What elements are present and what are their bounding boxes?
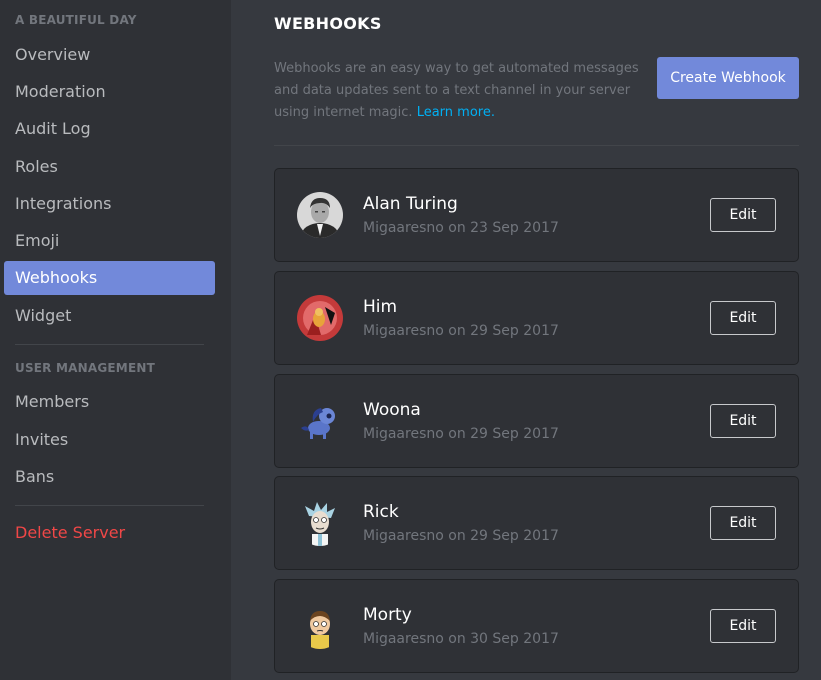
webhook-name: Morty (363, 605, 412, 625)
create-webhook-button[interactable]: Create Webhook (657, 57, 799, 99)
sidebar-item-moderation[interactable]: Moderation (4, 75, 215, 109)
edit-webhook-button[interactable]: Edit (710, 198, 776, 232)
webhook-card: Rick Migaaresno on 29 Sep 2017 Edit (274, 476, 799, 570)
sidebar-item-audit-log[interactable]: Audit Log (4, 112, 215, 146)
edit-webhook-button[interactable]: Edit (710, 506, 776, 540)
edit-webhook-button[interactable]: Edit (710, 609, 776, 643)
sidebar-item-webhooks[interactable]: Webhooks (4, 261, 215, 295)
webhook-name: Alan Turing (363, 194, 458, 214)
sidebar-item-widget[interactable]: Widget (4, 299, 215, 333)
webhook-meta: Migaaresno on 30 Sep 2017 (363, 631, 559, 647)
sidebar-item-invites[interactable]: Invites (4, 423, 215, 457)
sidebar-item-overview[interactable]: Overview (4, 38, 215, 72)
woona-pony-icon (297, 398, 343, 444)
server-name-header: A BEAUTIFUL DAY (15, 13, 137, 27)
page-title: WEBHOOKS (274, 14, 382, 33)
section-divider (274, 145, 799, 146)
webhook-card: Him Migaaresno on 29 Sep 2017 Edit (274, 271, 799, 365)
sidebar-item-roles[interactable]: Roles (4, 150, 215, 184)
webhooks-description: Webhooks are an easy way to get automate… (274, 58, 639, 124)
sidebar-item-members[interactable]: Members (4, 385, 215, 419)
webhook-card: Alan Turing Migaaresno on 23 Sep 2017 Ed… (274, 168, 799, 262)
edit-webhook-button[interactable]: Edit (710, 404, 776, 438)
sidebar-item-emoji[interactable]: Emoji (4, 224, 215, 258)
alan-turing-portrait-icon (297, 192, 343, 238)
rick-character-icon (297, 500, 343, 546)
webhook-meta: Migaaresno on 29 Sep 2017 (363, 323, 559, 339)
webhook-meta: Migaaresno on 23 Sep 2017 (363, 220, 559, 236)
user-management-header: USER MANAGEMENT (15, 361, 155, 375)
sidebar-divider (15, 505, 204, 506)
webhook-card: Morty Migaaresno on 30 Sep 2017 Edit (274, 579, 799, 673)
delete-server-button[interactable]: Delete Server (4, 516, 215, 550)
settings-sidebar: A BEAUTIFUL DAY Overview Moderation Audi… (0, 0, 231, 680)
edit-webhook-button[interactable]: Edit (710, 301, 776, 335)
webhook-card: Woona Migaaresno on 29 Sep 2017 Edit (274, 374, 799, 468)
webhook-meta: Migaaresno on 29 Sep 2017 (363, 426, 559, 442)
webhook-name: Woona (363, 400, 421, 420)
sidebar-divider (15, 344, 204, 345)
sidebar-item-bans[interactable]: Bans (4, 460, 215, 494)
webhook-meta: Migaaresno on 29 Sep 2017 (363, 528, 559, 544)
webhooks-panel: WEBHOOKS Webhooks are an easy way to get… (231, 0, 821, 680)
webhook-name: Him (363, 297, 398, 317)
learn-more-link[interactable]: Learn more. (417, 105, 495, 120)
him-character-icon (297, 295, 343, 341)
sidebar-item-integrations[interactable]: Integrations (4, 187, 215, 221)
morty-character-icon (297, 603, 343, 649)
webhook-name: Rick (363, 502, 399, 522)
